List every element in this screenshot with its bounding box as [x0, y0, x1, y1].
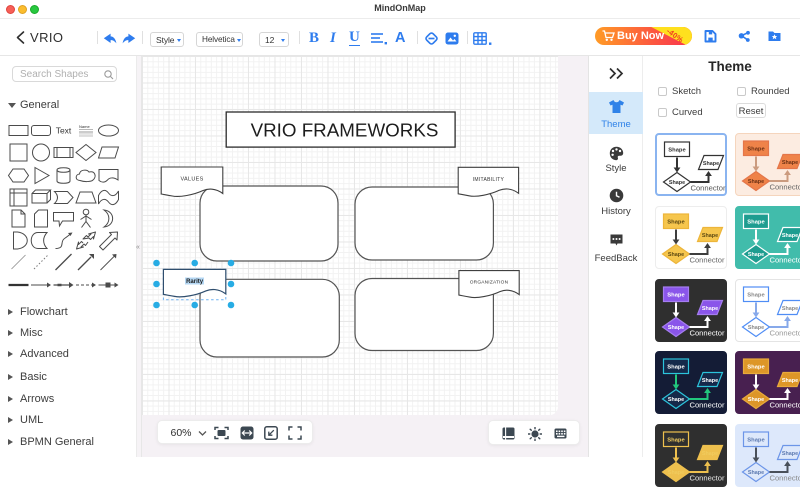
- svg-text:VALUES: VALUES: [180, 177, 203, 183]
- svg-text:Shape: Shape: [667, 292, 685, 298]
- svg-text:Shape: Shape: [667, 252, 683, 258]
- svg-text:Shape: Shape: [747, 146, 765, 152]
- svg-text:Shape: Shape: [701, 233, 717, 239]
- svg-text:Shape: Shape: [667, 365, 685, 371]
- svg-text:Text: Text: [56, 126, 72, 136]
- svg-text:Connector: Connector: [769, 183, 800, 192]
- svg-text:Shape: Shape: [747, 325, 763, 331]
- svg-text:Shape: Shape: [667, 470, 683, 476]
- svg-text:Shape: Shape: [701, 378, 717, 384]
- svg-text:Shape: Shape: [747, 438, 765, 444]
- svg-text:Rarity: Rarity: [186, 279, 204, 285]
- svg-text:Connector: Connector: [689, 328, 725, 337]
- svg-text:Connector: Connector: [689, 474, 725, 483]
- svg-text:Name: Name: [79, 124, 90, 129]
- svg-text:Shape: Shape: [747, 179, 763, 185]
- svg-text:Shape: Shape: [667, 325, 683, 331]
- svg-text:Shape: Shape: [747, 470, 763, 476]
- svg-text:Shape: Shape: [747, 365, 765, 371]
- svg-text:Shape: Shape: [667, 438, 685, 444]
- svg-text:Connector: Connector: [769, 328, 800, 337]
- svg-text:Shape: Shape: [781, 451, 797, 457]
- svg-text:Connector: Connector: [769, 474, 800, 483]
- svg-text:VRIO FRAMEWORKS: VRIO FRAMEWORKS: [251, 120, 439, 141]
- svg-text:Shape: Shape: [781, 378, 797, 384]
- svg-text:Shape: Shape: [747, 252, 763, 258]
- svg-text:Connector: Connector: [769, 255, 800, 264]
- svg-text:Shape: Shape: [781, 233, 797, 239]
- svg-text:Shape: Shape: [702, 161, 718, 167]
- svg-text:Shape: Shape: [667, 398, 683, 404]
- svg-text:Shape: Shape: [747, 398, 763, 404]
- svg-text:Shape: Shape: [747, 292, 765, 298]
- svg-text:Shape: Shape: [668, 180, 684, 186]
- svg-text:Shape: Shape: [668, 147, 686, 153]
- svg-text:Shape: Shape: [781, 305, 797, 311]
- svg-text:Connector: Connector: [689, 255, 725, 264]
- svg-text:ORGANIZATION: ORGANIZATION: [470, 280, 509, 286]
- svg-text:Shape: Shape: [781, 160, 797, 166]
- svg-text:Shape: Shape: [667, 219, 685, 225]
- svg-text:Connector: Connector: [689, 401, 725, 410]
- svg-text:Connector: Connector: [690, 184, 726, 193]
- svg-text:IMITABILITY: IMITABILITY: [473, 177, 505, 183]
- svg-text:Shape: Shape: [701, 451, 717, 457]
- svg-text:Shape: Shape: [701, 305, 717, 311]
- svg-text:Connector: Connector: [769, 401, 800, 410]
- svg-text:Shape: Shape: [747, 219, 765, 225]
